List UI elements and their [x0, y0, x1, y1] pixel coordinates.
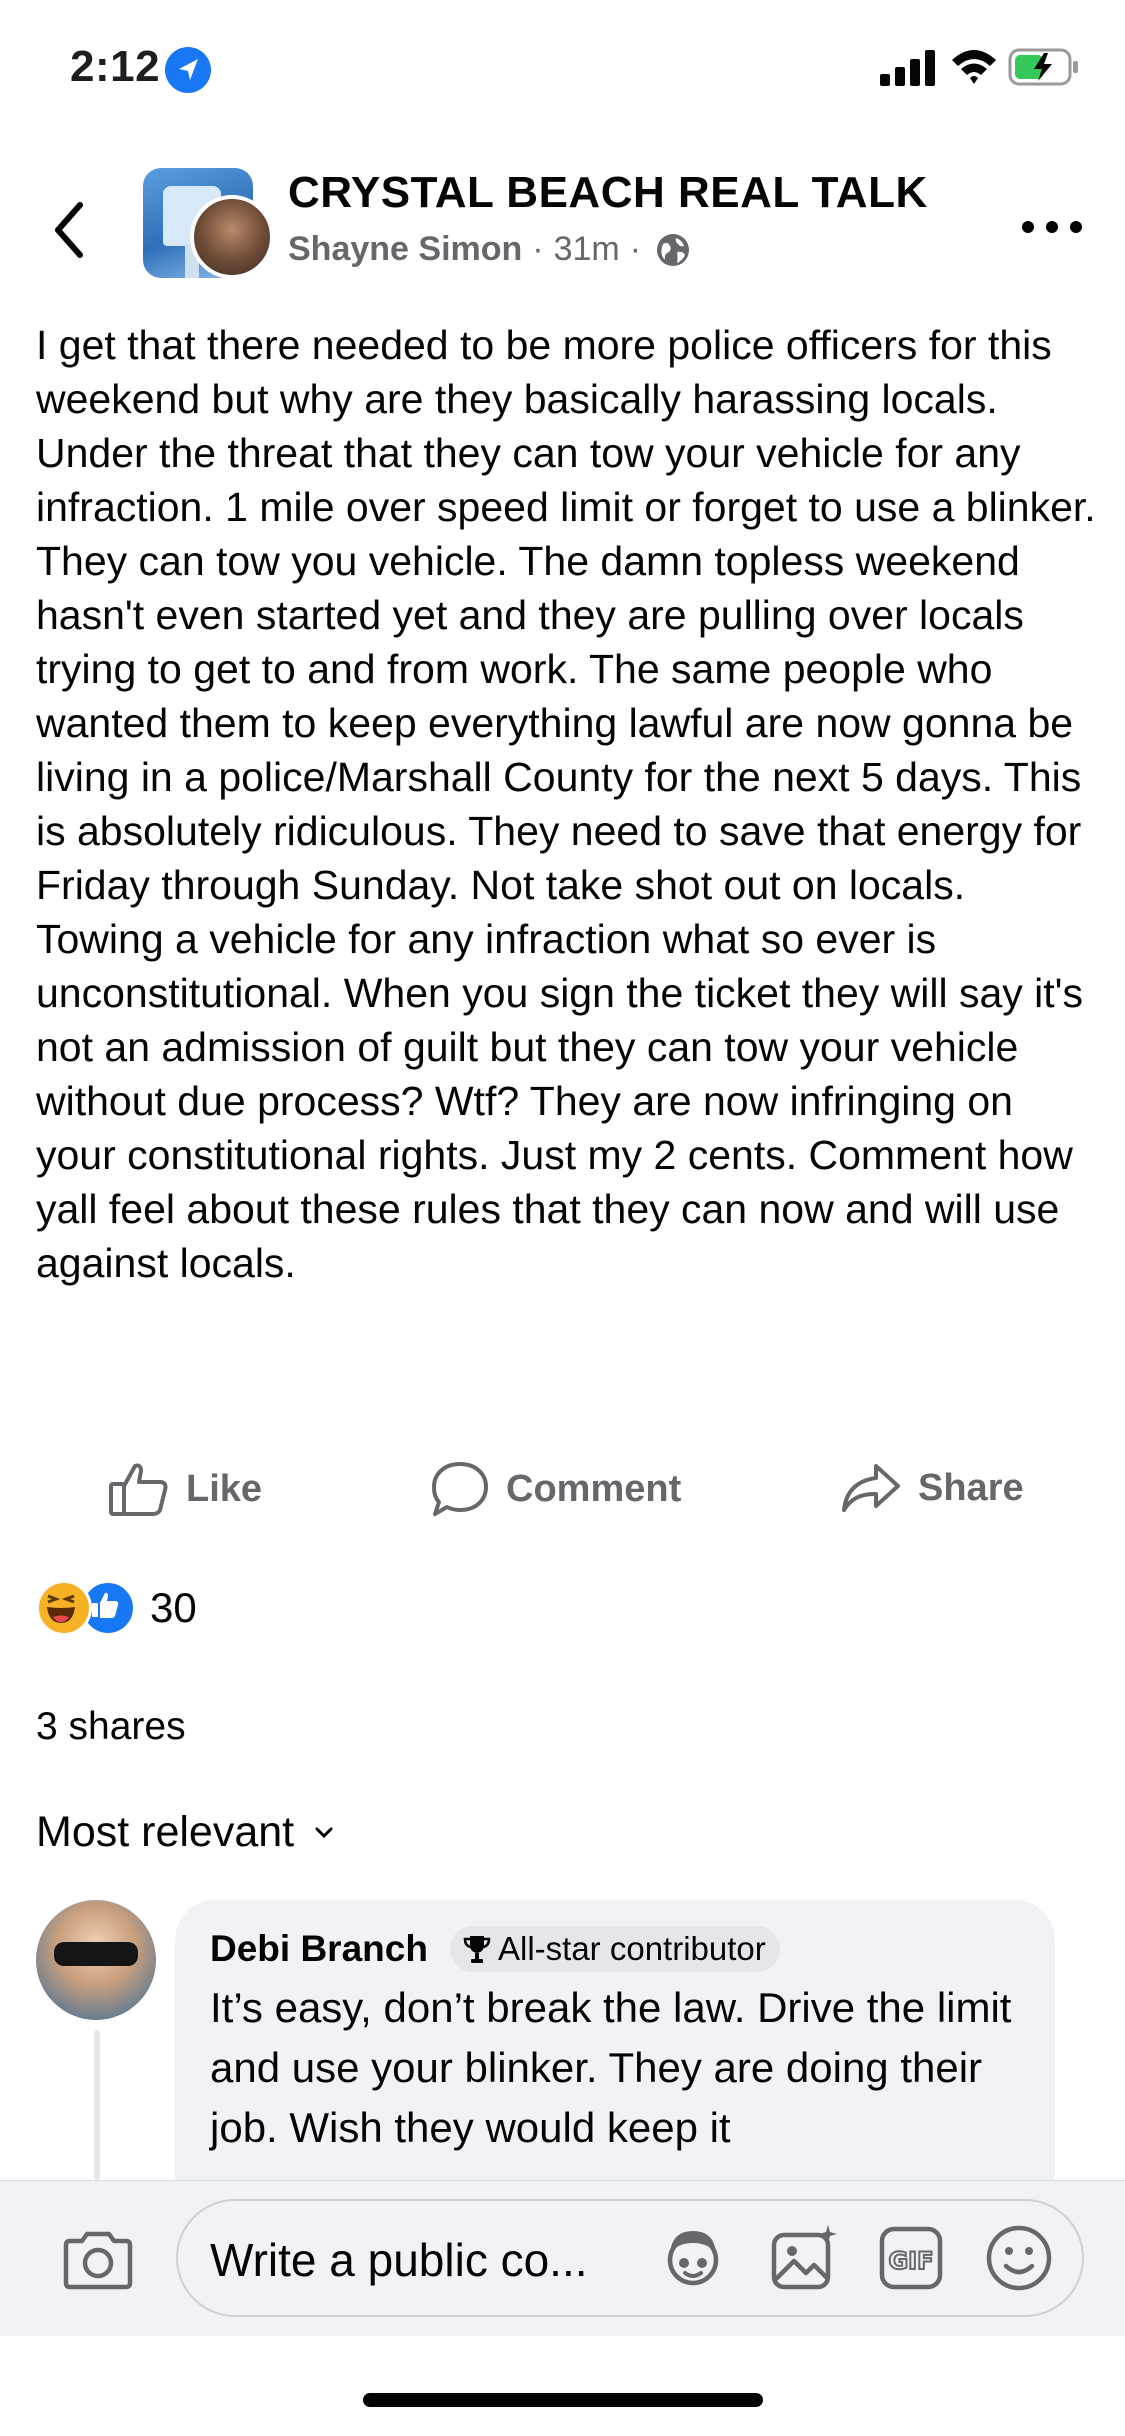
author-name[interactable]: Shayne Simon: [288, 230, 522, 269]
reaction-count: 30: [150, 1584, 197, 1631]
haha-reaction-icon: [36, 1580, 92, 1636]
photo-icon[interactable]: [768, 2223, 840, 2293]
home-indicator[interactable]: [363, 2393, 763, 2407]
globe-icon: [657, 233, 690, 266]
badge-label: All-star contributor: [498, 1930, 766, 1967]
shares-count[interactable]: 3 shares: [36, 1705, 186, 1749]
comment-sort-dropdown[interactable]: Most relevant: [36, 1808, 334, 1857]
post-actions: Like Comment Share: [0, 1450, 1125, 1530]
comment-composer: Write a public co... GIF: [0, 2180, 1125, 2336]
status-time: 2:12: [70, 42, 161, 91]
wifi-icon: [952, 50, 996, 84]
cellular-signal-icon: [880, 50, 935, 86]
chevron-down-icon: [315, 1827, 333, 1838]
emoji-icon[interactable]: [984, 2223, 1054, 2293]
battery-charging-icon: [1008, 48, 1078, 86]
gif-icon[interactable]: GIF: [878, 2225, 944, 2291]
comment-button[interactable]: Comment: [430, 1460, 681, 1518]
post-header: CRYSTAL BEACH REAL TALK Shayne Simon · 3…: [0, 150, 1125, 310]
thumbs-up-icon: [109, 1463, 168, 1516]
post-meta: Shayne Simon · 31m ·: [288, 230, 691, 269]
post-time[interactable]: 31m: [554, 230, 620, 269]
like-label: Like: [186, 1467, 263, 1510]
more-horizontal-icon[interactable]: [1020, 215, 1084, 239]
commenter-avatar[interactable]: [36, 1900, 156, 2020]
trophy-icon: [463, 1936, 491, 1963]
contributor-badge[interactable]: All-star contributor: [450, 1926, 780, 1972]
share-button[interactable]: Share: [840, 1460, 1024, 1516]
comment-icon: [432, 1462, 488, 1516]
comment-author[interactable]: Debi Branch: [210, 1928, 428, 1970]
share-label: Share: [918, 1466, 1024, 1509]
meta-separator: ·: [629, 230, 642, 268]
comment-bubble[interactable]: Debi Branch All-star contributor It’s ea…: [175, 1900, 1055, 2220]
comment-input[interactable]: Write a public co... GIF: [176, 2199, 1084, 2317]
chevron-left-icon[interactable]: [40, 195, 100, 265]
share-icon: [842, 1464, 900, 1512]
group-name[interactable]: CRYSTAL BEACH REAL TALK: [288, 168, 928, 218]
comment-input-placeholder: Write a public co...: [210, 2234, 588, 2286]
sort-label: Most relevant: [36, 1808, 295, 1856]
thread-line: [94, 2030, 100, 2180]
reactions-summary[interactable]: 30: [36, 1578, 197, 1638]
location-arrow-icon: [165, 47, 211, 93]
like-button[interactable]: Like: [108, 1460, 262, 1518]
status-bar: 2:12: [0, 0, 1125, 140]
post-text: I get that there needed to be more polic…: [36, 322, 1096, 1286]
comment-label: Comment: [506, 1467, 682, 1510]
meta-separator: ·: [532, 230, 544, 268]
author-avatar[interactable]: [190, 195, 274, 279]
camera-icon[interactable]: [60, 2229, 136, 2291]
comment-text: It’s easy, don’t break the law. Drive th…: [210, 1984, 1012, 2151]
avatar-sticker-icon[interactable]: [658, 2223, 728, 2293]
svg-text:GIF: GIF: [888, 2247, 933, 2275]
